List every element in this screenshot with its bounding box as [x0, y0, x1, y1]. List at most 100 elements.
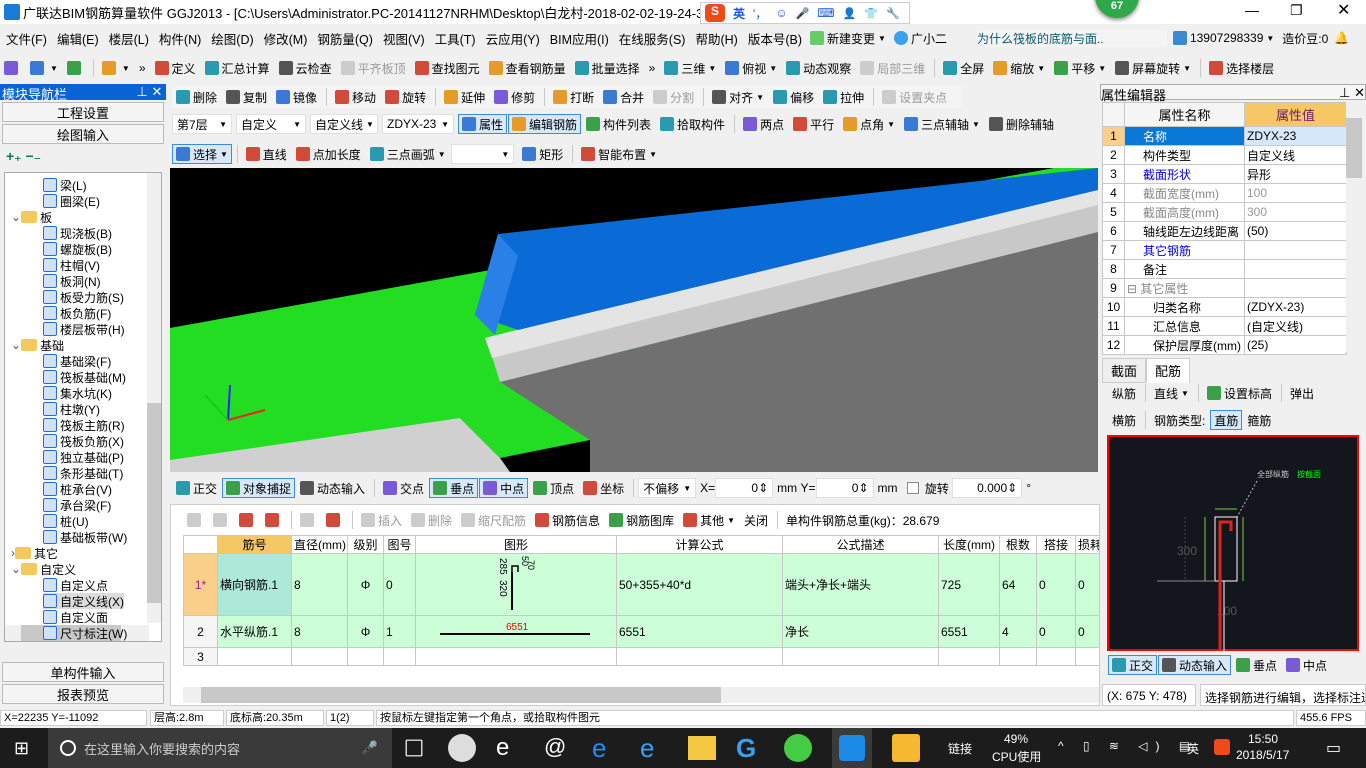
- property-name[interactable]: 归类名称: [1124, 297, 1245, 317]
- notification-icon[interactable]: ▭: [1326, 738, 1341, 758]
- define-button[interactable]: 定义: [151, 58, 200, 78]
- nav-report-preview[interactable]: 报表预览: [2, 684, 164, 704]
- ie-icon[interactable]: e: [640, 734, 668, 762]
- tree-item[interactable]: 承台梁(F): [43, 497, 111, 513]
- zoom-button[interactable]: 缩放 ▼: [989, 58, 1049, 78]
- midpoint-button[interactable]: 中点: [1282, 655, 1331, 675]
- expand-collapse-all[interactable]: +₊ −₋: [6, 148, 41, 165]
- property-value[interactable]: [1244, 240, 1347, 260]
- top-view-button[interactable]: 俯视 ▼: [721, 58, 781, 78]
- tree-item[interactable]: 桩承台(V): [43, 481, 112, 497]
- cell-dia[interactable]: 8: [291, 615, 348, 648]
- local-3d-button[interactable]: 局部三维: [856, 58, 929, 78]
- tray-ime[interactable]: 英: [1187, 740, 1199, 757]
- stretch-button[interactable]: 拉伸: [819, 87, 868, 107]
- mic-icon[interactable]: 🎤: [362, 740, 378, 756]
- column-header[interactable]: 公式描述: [782, 535, 939, 554]
- score-badge[interactable]: 67: [1095, 0, 1139, 18]
- cell-num[interactable]: 1*: [183, 553, 218, 616]
- tree-item[interactable]: 筏板基础(M): [43, 369, 126, 385]
- tab-section[interactable]: 截面: [1102, 358, 1147, 383]
- rebar-hscrollbar[interactable]: [183, 687, 1099, 703]
- floor-select[interactable]: 第7层 ▼: [172, 114, 232, 134]
- menu-item[interactable]: 版本号(B): [748, 29, 802, 48]
- text-button[interactable]: 箍筋: [1243, 410, 1275, 430]
- nav-drawing-input[interactable]: 绘图输入: [2, 124, 164, 144]
- text-button[interactable]: »: [135, 58, 150, 78]
- move-button[interactable]: 移动: [331, 87, 380, 107]
- chevron-down-icon[interactable]: ⌄: [11, 338, 21, 352]
- property-row[interactable]: 2 构件类型 自定义线: [1102, 145, 1347, 165]
- tree-item[interactable]: 现浇板(B): [43, 225, 112, 241]
- link-toolbar[interactable]: 链接: [948, 740, 972, 757]
- point-angle-button[interactable]: 点角 ▼: [839, 114, 899, 134]
- tree-item[interactable]: ⌄ 板: [11, 209, 52, 225]
- dynamic-input-button[interactable]: 动态输入: [296, 478, 369, 498]
- browser360-icon[interactable]: @: [544, 734, 572, 762]
- ggj-app-icon[interactable]: [832, 728, 872, 768]
- rotate-checkbox[interactable]: [906, 482, 919, 494]
- property-row[interactable]: 7 其它钢筋: [1102, 240, 1347, 260]
- dropdown-arrow-icon[interactable]: ▼: [649, 150, 657, 159]
- nav-project-settings[interactable]: 工程设置: [2, 102, 164, 122]
- edit-rebar-button[interactable]: 编辑钢筋: [508, 114, 582, 134]
- down-button[interactable]: [322, 510, 347, 530]
- dynamic-input-button[interactable]: 动态输入: [1158, 655, 1232, 675]
- cell-formula[interactable]: [616, 647, 783, 666]
- cell-name[interactable]: [217, 647, 292, 666]
- column-header[interactable]: 根数: [999, 535, 1037, 554]
- cell-num[interactable]: 3: [183, 647, 218, 666]
- text-button[interactable]: 单构件钢筋总重(kg)：28.679: [782, 510, 943, 530]
- last-button[interactable]: [261, 510, 286, 530]
- rebar-library-button[interactable]: 钢筋图库: [605, 510, 678, 530]
- column-header[interactable]: 计算公式: [616, 535, 783, 554]
- fullscreen-button[interactable]: 全屏: [939, 58, 988, 78]
- next-button[interactable]: [235, 510, 260, 530]
- pin-close-icons[interactable]: ⊥ ✕: [137, 84, 166, 100]
- section-canvas[interactable]: 全部纵筋 按截面 300 100: [1107, 435, 1359, 651]
- tree-item[interactable]: 板洞(N): [43, 273, 101, 289]
- property-name[interactable]: 截面形状: [1124, 164, 1245, 184]
- menu-item[interactable]: 修改(M): [264, 29, 308, 48]
- cell-lap[interactable]: 0: [1036, 615, 1076, 648]
- text-button[interactable]: 纵筋: [1108, 383, 1140, 403]
- ortho-button[interactable]: 正交: [172, 478, 221, 498]
- dropdown-arrow-icon[interactable]: ▼: [1037, 64, 1045, 73]
- align-top-button[interactable]: 平齐板顶: [337, 58, 410, 78]
- property-value[interactable]: (自定义线): [1244, 316, 1347, 336]
- property-row[interactable]: 6 轴线距左边线距离 (50): [1102, 221, 1347, 241]
- text-button[interactable]: 关闭: [740, 510, 772, 530]
- offset-select[interactable]: 不偏移 ▼: [638, 478, 697, 498]
- tree-item[interactable]: 楼层板带(H): [43, 321, 125, 337]
- property-row[interactable]: 8 备注: [1102, 259, 1347, 279]
- menu-item[interactable]: 文件(F): [6, 29, 47, 48]
- question-link[interactable]: 为什么筏板的底筋与面..: [976, 29, 1167, 47]
- other-button[interactable]: 其他 ▼: [679, 510, 739, 530]
- y-input[interactable]: 0 ⇕: [815, 478, 874, 498]
- bell-icon[interactable]: 🔔: [1334, 31, 1349, 45]
- prev-button[interactable]: [209, 510, 234, 530]
- type-select[interactable]: 自定义线 ▼: [310, 114, 378, 134]
- save-button[interactable]: [63, 58, 88, 78]
- property-row[interactable]: 4 截面宽度(mm) 100: [1102, 183, 1347, 203]
- offset-button[interactable]: 偏移: [769, 87, 818, 107]
- align-button[interactable]: 对齐 ▼: [708, 87, 768, 107]
- first-button[interactable]: [183, 510, 208, 530]
- dropdown-arrow-icon[interactable]: ▼: [769, 64, 777, 73]
- ime-lang[interactable]: 英: [733, 5, 745, 22]
- text-button[interactable]: »: [645, 58, 660, 78]
- delete-axis-button[interactable]: 删除辅轴: [985, 114, 1058, 134]
- copy-button[interactable]: 复制: [222, 87, 271, 107]
- column-header[interactable]: 级别: [347, 535, 384, 554]
- cell-loss[interactable]: 0: [1075, 615, 1100, 648]
- property-name[interactable]: 轴线距左边线距离: [1124, 221, 1245, 241]
- taskbar-search[interactable]: 在这里输入你要搜索的内容 🎤: [48, 728, 392, 768]
- property-name[interactable]: 名称: [1124, 126, 1245, 146]
- property-name[interactable]: ⊟ 其它属性: [1124, 278, 1245, 298]
- glodon-g-icon[interactable]: G: [736, 734, 764, 762]
- tree-item[interactable]: 筏板主筋(R): [43, 417, 125, 433]
- tray-sogou-icon[interactable]: [1214, 739, 1230, 755]
- cell-desc[interactable]: [782, 647, 939, 666]
- column-header[interactable]: 搭接: [1036, 535, 1076, 554]
- cell-formula[interactable]: 6551: [616, 615, 783, 648]
